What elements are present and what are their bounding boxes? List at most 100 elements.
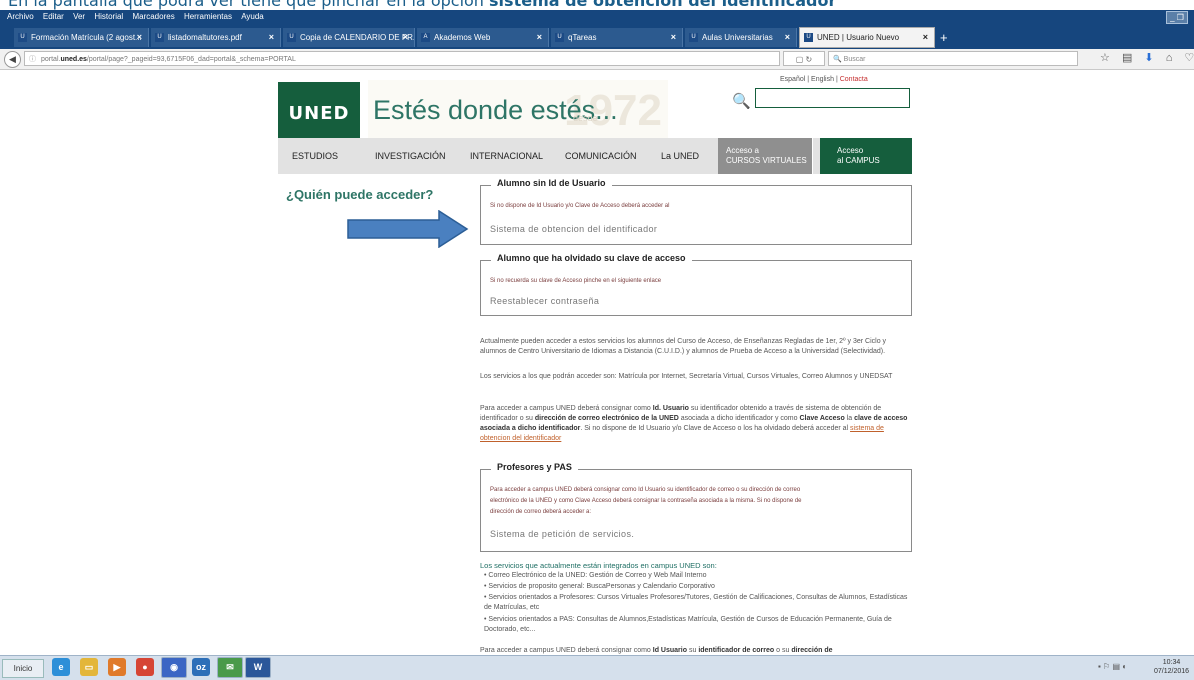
panel-title: Profesores y PAS	[491, 462, 578, 472]
separator: |	[835, 76, 838, 83]
close-icon[interactable]: ×	[671, 28, 676, 47]
download-icon[interactable]: ⬇	[1144, 52, 1153, 64]
slogan-desde: desde	[573, 113, 598, 123]
nav-divider	[812, 138, 813, 174]
list-item: • Servicios de proposito general: BuscaP…	[484, 583, 715, 590]
menu-historial[interactable]: Historial	[94, 10, 123, 24]
menu-editar[interactable]: Editar	[43, 10, 64, 24]
close-icon[interactable]: ×	[269, 28, 274, 47]
close-icon[interactable]: ×	[137, 28, 142, 47]
list-item: • Servicios orientados a PAS: Consultas …	[484, 616, 892, 633]
url-path: /portal/page?_pageid=93,6715F06_dad=port…	[86, 56, 296, 63]
clock-time: 10:34	[1162, 659, 1181, 666]
panel-description: Para acceder a campus UNED deberá consig…	[490, 487, 801, 493]
panel-description: electrónico de la UNED y como Clave Acce…	[490, 498, 802, 504]
toolbar-icons: ☆ ▤ ⬇ ⌂ ♡ ≡	[1100, 51, 1194, 64]
menu-herramientas[interactable]: Herramientas	[184, 10, 232, 24]
back-button[interactable]: ◀	[4, 51, 21, 68]
tab-title: qTareas	[568, 33, 597, 43]
reload-button[interactable]: ▢ ↻	[783, 51, 825, 66]
menu-ayuda[interactable]: Ayuda	[241, 10, 264, 24]
library-icon[interactable]: ▤	[1122, 52, 1132, 64]
firefox-icon[interactable]: ◉	[161, 657, 187, 678]
link-reestablecer-contrasena[interactable]: Reestablecer contraseña	[490, 296, 599, 306]
chrome-icon[interactable]: ●	[136, 658, 154, 676]
tab-formacion-matricula[interactable]: U Formación Matrícula (2 agost... ×	[14, 28, 149, 47]
text-bold: Clave Acceso	[799, 415, 845, 422]
clock[interactable]: 10:34 07/12/2016	[1154, 658, 1189, 676]
site-search-input[interactable]	[755, 88, 910, 108]
nav-estudios[interactable]: ESTUDIOS	[292, 138, 338, 174]
nav-comunicacion[interactable]: COMUNICACIÓN	[565, 138, 637, 174]
paragraph-campus-profesores: Para acceder a campus UNED deberá consig…	[480, 646, 912, 655]
media-player-icon[interactable]: ▶	[108, 658, 126, 676]
tab-title: Copia de CALENDARIO DE PR...	[300, 33, 415, 43]
close-icon[interactable]: ×	[923, 28, 928, 47]
start-button[interactable]: Inicio	[2, 659, 44, 678]
slogan-banner: 1972 Estés donde estés... desde	[368, 80, 668, 146]
info-icon[interactable]: ⓘ	[29, 52, 36, 65]
tab-qtareas[interactable]: UqTareas ×	[551, 28, 683, 47]
tab-listado-tutores[interactable]: Ulistadomaltutores.pdf ×	[151, 28, 281, 47]
acceso-campus[interactable]: Acceso al CAMPUS	[820, 138, 912, 174]
lang-english[interactable]: English	[811, 76, 834, 83]
tab-uned-usuario-nuevo[interactable]: U UNED | Usuario Nuevo ×	[799, 27, 935, 48]
acceso-cursos-virtuales[interactable]: Acceso a CURSOS VIRTUALES	[718, 138, 813, 174]
tab-title: listadomaltutores.pdf	[168, 33, 242, 43]
panel-alumno-sin-id: Alumno sin Id de Usuario Si no dispone d…	[480, 178, 912, 245]
text: Para acceder a campus UNED deberá consig…	[480, 405, 651, 412]
url-bar[interactable]: ⓘ portal.uned.es/portal/page?_pageid=93,…	[24, 51, 780, 66]
panel-title: Alumno que ha olvidado su clave de acces…	[491, 253, 692, 263]
tab-title: Aulas Universitarias	[702, 33, 773, 43]
browser-search-input[interactable]: 🔍 Buscar	[828, 51, 1078, 66]
menu-archivo[interactable]: Archivo	[7, 10, 34, 24]
link-sistema-obtencion-identificador[interactable]: Sistema de obtencion del identificador	[490, 224, 657, 234]
tab-calendario[interactable]: U Copia de CALENDARIO DE PR... ×	[283, 28, 415, 47]
tab-aulas[interactable]: U Aulas Universitarias ×	[685, 28, 797, 47]
navigation-bar: ◀ ⓘ portal.uned.es/portal/page?_pageid=9…	[0, 49, 1194, 70]
outlook-icon[interactable]: oz	[192, 658, 210, 676]
uned-logo[interactable]: UNED	[278, 82, 360, 146]
nav-la-uned[interactable]: La UNED	[661, 138, 699, 174]
tab-strip: U Formación Matrícula (2 agost... × Ulista…	[0, 24, 1194, 49]
text-bold: Id Usuario	[652, 647, 687, 654]
clock-date: 07/12/2016	[1154, 668, 1190, 675]
text: . Si no dispone de Id Usuario y/o Clave …	[580, 425, 849, 432]
close-icon[interactable]: ×	[785, 28, 790, 47]
quien-puede-acceder-heading: ¿Quién puede acceder?	[286, 187, 434, 202]
home-icon[interactable]: ⌂	[1166, 52, 1173, 64]
tab-title: Akademos Web	[434, 33, 491, 43]
favicon-icon: A	[421, 33, 430, 43]
system-tray-icons[interactable]: ▪ ⚐ ▤ ◐	[1098, 662, 1127, 671]
menu-ver[interactable]: Ver	[73, 10, 85, 24]
menu-marcadores[interactable]: Marcadores	[132, 10, 174, 24]
mail-icon[interactable]: ✉	[217, 657, 243, 678]
panel-description: Si no dispone de Id Usuario y/o Clave de…	[490, 203, 670, 209]
panel-title: Alumno sin Id de Usuario	[491, 178, 612, 188]
link-sistema-peticion-servicios[interactable]: Sistema de petición de servicios.	[490, 529, 634, 539]
folder-icon[interactable]: ▭	[80, 658, 98, 676]
ie-icon[interactable]: e	[52, 658, 70, 676]
bookmark-star-icon[interactable]: ☆	[1100, 52, 1110, 64]
new-tab-button[interactable]: +	[940, 29, 948, 46]
pointer-arrow-icon	[347, 210, 469, 248]
pocket-icon[interactable]: ♡	[1184, 52, 1194, 64]
nav-internacional[interactable]: INTERNACIONAL	[470, 138, 543, 174]
search-icon[interactable]: 🔍	[732, 92, 751, 110]
word-icon[interactable]: W	[245, 657, 271, 678]
panel-description: Si no recuerda su clave de Acceso pinche…	[490, 278, 662, 284]
tab-title: Formación Matrícula (2 agost...	[31, 33, 142, 43]
caption-strip: En la pantalla que podrá ver tiene que p…	[0, 0, 1194, 10]
close-icon[interactable]: ×	[537, 28, 542, 47]
favicon-icon: U	[804, 33, 813, 43]
tab-akademos[interactable]: A Akademos Web ×	[417, 28, 549, 47]
lang-contacta[interactable]: Contacta	[840, 76, 868, 83]
nav-investigacion[interactable]: INVESTIGACIÓN	[375, 138, 446, 174]
favicon-icon: U	[18, 33, 27, 43]
window-controls[interactable]: _ ❐	[1166, 11, 1188, 24]
close-icon[interactable]: ×	[403, 28, 408, 47]
paragraph-acceso-alumnos: Actualmente pueden acceder a estos servi…	[480, 338, 887, 355]
lang-espanol[interactable]: Español	[780, 76, 805, 83]
list-item: • Servicios orientados a Profesores: Cur…	[484, 594, 908, 611]
text-bold: dirección de	[791, 647, 833, 654]
